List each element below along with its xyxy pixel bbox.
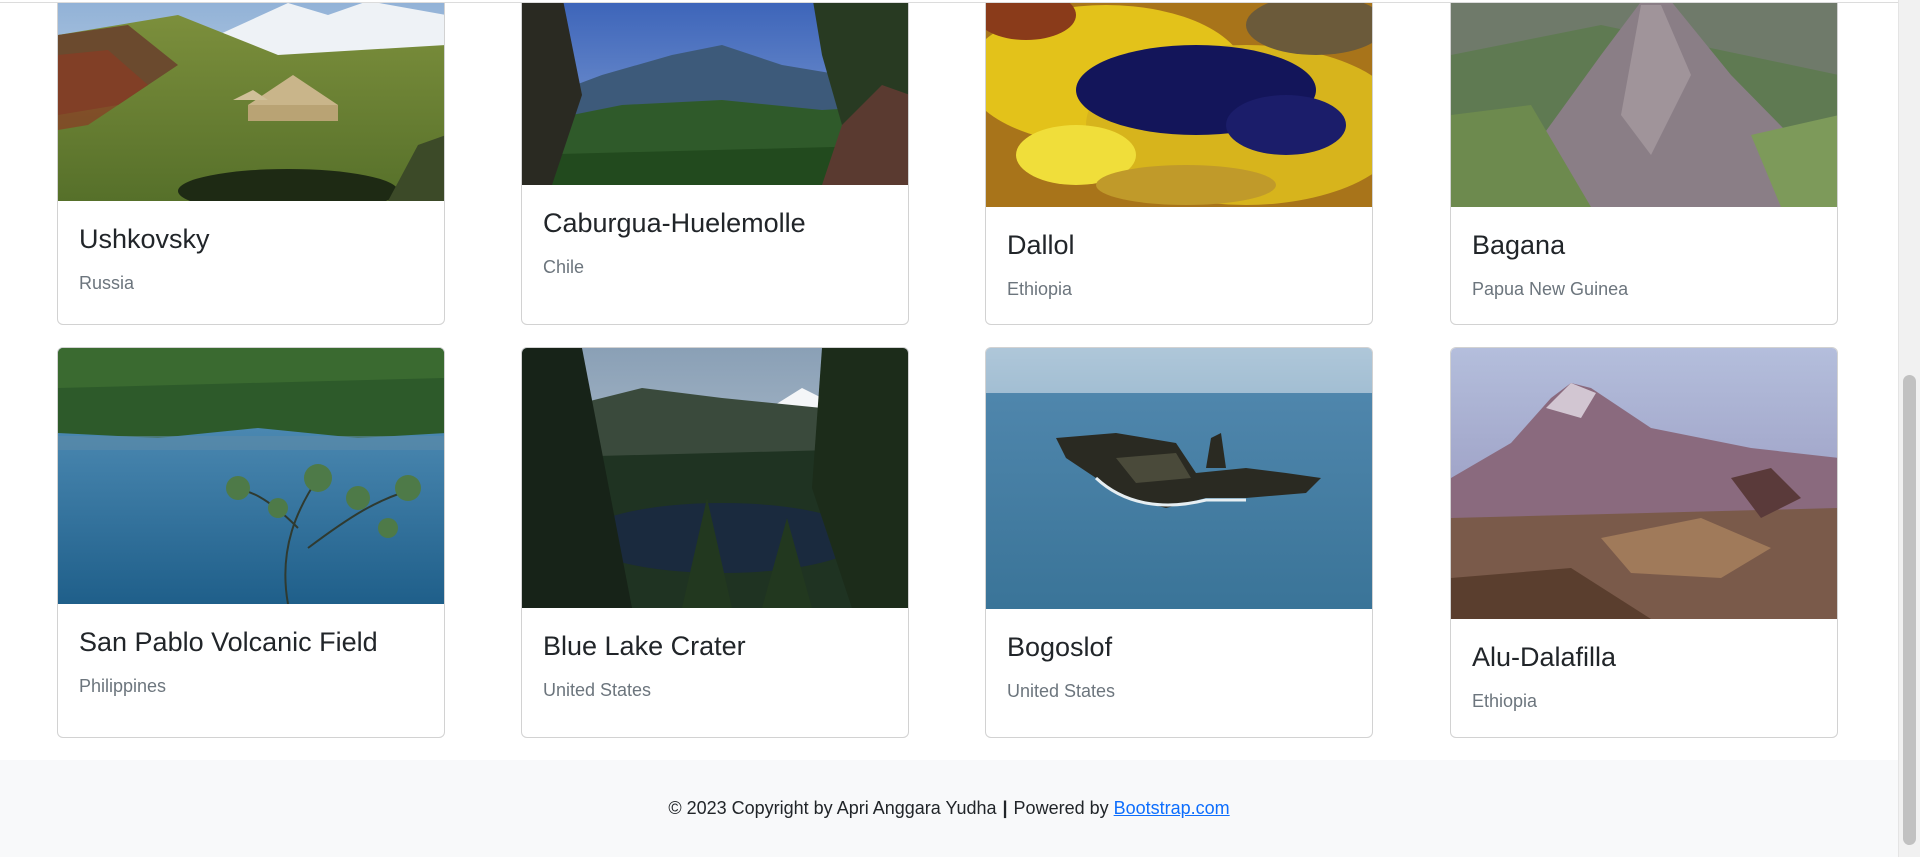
page-viewport: Ushkovsky Russia Caburgua-Huelemolle Chi… bbox=[0, 0, 1898, 857]
volcano-card-alu-dalafilla[interactable]: Alu-Dalafilla Ethiopia bbox=[1450, 347, 1838, 738]
footer: © 2023 Copyright by Apri Anggara Yudha |… bbox=[0, 760, 1898, 857]
card-country: United States bbox=[543, 680, 652, 701]
card-title: Caburgua-Huelemolle bbox=[543, 208, 806, 238]
volcano-photo bbox=[522, 0, 908, 185]
scrollbar-thumb[interactable] bbox=[1903, 375, 1916, 845]
card-country: Philippines bbox=[79, 676, 167, 697]
card-title: San Pablo Volcanic Field bbox=[79, 627, 378, 657]
volcano-photo bbox=[58, 0, 444, 201]
card-country: Ethiopia bbox=[1472, 691, 1538, 712]
volcano-card-ushkovsky[interactable]: Ushkovsky Russia bbox=[57, 0, 445, 325]
top-border bbox=[0, 0, 1898, 3]
footer-powered-by: Powered by bbox=[1013, 798, 1109, 818]
card-country: Papua New Guinea bbox=[1472, 279, 1629, 300]
vertical-scrollbar[interactable] bbox=[1898, 0, 1920, 857]
card-title: Ushkovsky bbox=[79, 224, 210, 254]
footer-separator: | bbox=[1002, 798, 1008, 818]
volcano-card-bagana[interactable]: Bagana Papua New Guinea bbox=[1450, 0, 1838, 325]
volcano-card-caburgua-huelemolle[interactable]: Caburgua-Huelemolle Chile bbox=[521, 0, 909, 325]
footer-copyright: © 2023 Copyright by Apri Anggara Yudha bbox=[668, 798, 997, 818]
volcano-photo bbox=[986, 0, 1372, 207]
volcano-photo bbox=[1451, 0, 1837, 207]
card-title: Alu-Dalafilla bbox=[1472, 642, 1617, 672]
volcano-card-san-pablo-volcanic-field[interactable]: San Pablo Volcanic Field Philippines bbox=[57, 347, 445, 738]
card-title: Bagana bbox=[1472, 230, 1566, 260]
volcano-photo bbox=[58, 348, 444, 604]
card-country: United States bbox=[1007, 681, 1116, 702]
card-country: Ethiopia bbox=[1007, 279, 1073, 300]
volcano-photo bbox=[1451, 348, 1837, 619]
volcano-card-bogoslof[interactable]: Bogoslof United States bbox=[985, 347, 1373, 738]
volcano-photo bbox=[986, 348, 1372, 609]
volcano-photo bbox=[522, 348, 908, 608]
volcano-card-blue-lake-crater[interactable]: Blue Lake Crater United States bbox=[521, 347, 909, 738]
card-title: Blue Lake Crater bbox=[543, 631, 746, 661]
volcano-card-dallol[interactable]: Dallol Ethiopia bbox=[985, 0, 1373, 325]
card-title: Dallol bbox=[1007, 230, 1075, 260]
card-country: Chile bbox=[543, 257, 585, 278]
card-title: Bogoslof bbox=[1007, 632, 1113, 662]
bootstrap-link[interactable]: Bootstrap.com bbox=[1114, 798, 1230, 819]
card-country: Russia bbox=[79, 273, 135, 294]
